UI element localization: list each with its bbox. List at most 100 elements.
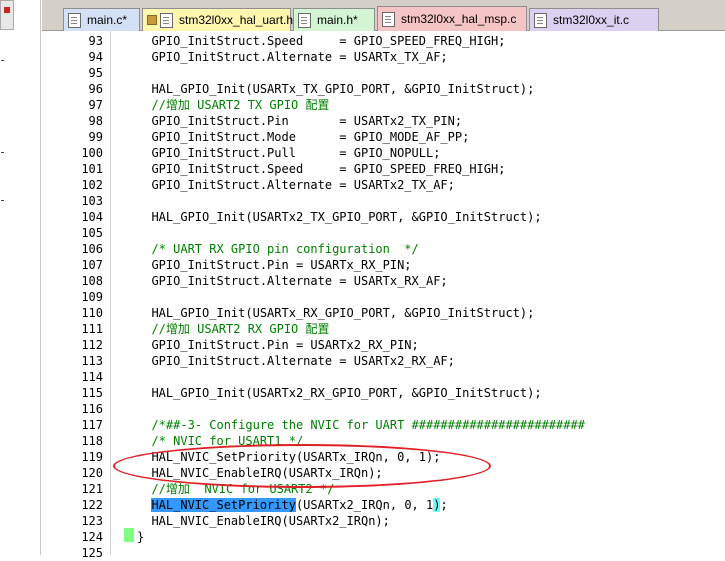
code-line[interactable]: 99 GPIO_InitStruct.Mode = GPIO_MODE_AF_P… (42, 129, 725, 145)
code-text[interactable]: GPIO_InitStruct.Alternate = USARTx2_TX_A… (137, 177, 454, 193)
lock-icon (147, 15, 157, 25)
code-text[interactable]: GPIO_InitStruct.Speed = GPIO_SPEED_FREQ_… (137, 33, 505, 49)
tab-label: main.h* (317, 13, 358, 27)
code-line[interactable]: 122 HAL_NVIC_SetPriority(USARTx2_IRQn, 0… (42, 497, 725, 513)
code-text[interactable]: GPIO_InitStruct.Alternate = USARTx2_RX_A… (137, 353, 454, 369)
code-text[interactable]: /* UART RX GPIO pin configuration */ (137, 241, 418, 257)
code-text[interactable]: GPIO_InitStruct.Pull = GPIO_NOPULL; (137, 145, 440, 161)
tab-label: stm32l0xx_hal_msp.c (401, 12, 517, 26)
code-line[interactable]: 98 GPIO_InitStruct.Pin = USARTx2_TX_PIN; (42, 113, 725, 129)
code-fragment: ; (440, 498, 448, 512)
line-number: 94 (88, 50, 103, 64)
tab-label: main.c* (87, 13, 128, 27)
code-line[interactable]: 116 (42, 401, 725, 417)
code-text[interactable]: GPIO_InitStruct.Pin = USARTx_RX_PIN; (137, 257, 411, 273)
code-line[interactable]: 115 HAL_GPIO_Init(USARTx2_RX_GPIO_PORT, … (42, 385, 725, 401)
code-text[interactable]: //增加 NVIC for USART2 */ (137, 481, 334, 497)
code-text[interactable]: HAL_NVIC_SetPriority(USARTx2_IRQn, 0, 1)… (137, 497, 448, 513)
code-text[interactable]: //增加 USART2 RX GPIO 配置 (137, 321, 329, 337)
code-line[interactable]: 119 HAL_NVIC_SetPriority(USARTx_IRQn, 0,… (42, 449, 725, 465)
tab-main-c[interactable]: main.c* (63, 8, 140, 31)
line-number: 115 (81, 386, 103, 400)
code-line[interactable]: 121 //增加 NVIC for USART2 */ (42, 481, 725, 497)
file-icon (298, 12, 311, 28)
code-line[interactable]: 97 //增加 USART2 TX GPIO 配置 (42, 97, 725, 113)
code-line[interactable]: 103 (42, 193, 725, 209)
code-text[interactable]: HAL_GPIO_Init(USARTx2_RX_GPIO_PORT, &GPI… (137, 385, 541, 401)
code-text[interactable]: //增加 USART2 TX GPIO 配置 (137, 97, 329, 113)
code-text[interactable]: HAL_NVIC_EnableIRQ(USARTx_IRQn); (137, 465, 382, 481)
line-number: 117 (81, 418, 103, 432)
code-line[interactable]: 110 HAL_GPIO_Init(USARTx_RX_GPIO_PORT, &… (42, 305, 725, 321)
line-number: 106 (81, 242, 103, 256)
code-text[interactable]: GPIO_InitStruct.Alternate = USARTx_TX_AF… (137, 49, 447, 65)
line-number: 113 (81, 354, 103, 368)
code-text[interactable]: GPIO_InitStruct.Pin = USARTx2_RX_PIN; (137, 337, 418, 353)
line-number: 93 (88, 34, 103, 48)
code-text[interactable]: HAL_NVIC_EnableIRQ(USARTx2_IRQn); (137, 513, 389, 529)
code-line[interactable]: 101 GPIO_InitStruct.Speed = GPIO_SPEED_F… (42, 161, 725, 177)
code-line[interactable]: 96 HAL_GPIO_Init(USARTx_TX_GPIO_PORT, &G… (42, 81, 725, 97)
line-number: 105 (81, 226, 103, 240)
code-line[interactable]: 120 HAL_NVIC_EnableIRQ(USARTx_IRQn); (42, 465, 725, 481)
code-text[interactable]: GPIO_InitStruct.Speed = GPIO_SPEED_FREQ_… (137, 161, 505, 177)
line-number: 109 (81, 290, 103, 304)
code-line[interactable]: 112 GPIO_InitStruct.Pin = USARTx2_RX_PIN… (42, 337, 725, 353)
project-pane[interactable] (0, 0, 41, 555)
line-number: 116 (81, 402, 103, 416)
code-line[interactable]: 95 (42, 65, 725, 81)
file-icon (68, 12, 81, 28)
tab-main-h[interactable]: main.h* (293, 8, 375, 31)
line-number: 110 (81, 306, 103, 320)
code-line[interactable]: 107 GPIO_InitStruct.Pin = USARTx_RX_PIN; (42, 257, 725, 273)
project-tree-fragment (0, 0, 12, 555)
line-number: 112 (81, 338, 103, 352)
code-line[interactable]: 94 GPIO_InitStruct.Alternate = USARTx_TX… (42, 49, 725, 65)
code-line[interactable]: 123 HAL_NVIC_EnableIRQ(USARTx2_IRQn); (42, 513, 725, 529)
code-text[interactable]: /* NVIC for USART1 */ (137, 433, 303, 449)
file-icon (382, 11, 395, 27)
file-icon (534, 12, 547, 28)
code-line[interactable]: 93 GPIO_InitStruct.Speed = GPIO_SPEED_FR… (42, 33, 725, 49)
line-number: 104 (81, 210, 103, 224)
line-number: 107 (81, 258, 103, 272)
code-fragment (137, 498, 151, 512)
file-icon (160, 12, 173, 28)
tab-stm32l0xx-it-c[interactable]: stm32l0xx_it.c (529, 8, 659, 31)
tab-stm32l0xx-hal-msp-c[interactable]: stm32l0xx_hal_msp.c (377, 6, 527, 31)
code-text[interactable]: HAL_GPIO_Init(USARTx_TX_GPIO_PORT, &GPIO… (137, 81, 534, 97)
line-number: 99 (88, 130, 103, 144)
code-line[interactable]: 117 /*##-3- Configure the NVIC for UART … (42, 417, 725, 433)
code-line[interactable]: 102 GPIO_InitStruct.Alternate = USARTx2_… (42, 177, 725, 193)
code-line[interactable]: 125 (42, 545, 725, 561)
code-text[interactable]: HAL_GPIO_Init(USARTx_RX_GPIO_PORT, &GPIO… (137, 305, 534, 321)
code-line[interactable]: 118 /* NVIC for USART1 */ (42, 433, 725, 449)
line-number: 96 (88, 82, 103, 96)
code-text[interactable]: GPIO_InitStruct.Mode = GPIO_MODE_AF_PP; (137, 129, 469, 145)
editor-tab-bar: main.c* stm32l0xx_hal_uart.h main.h* stm… (42, 0, 725, 31)
code-line[interactable]: 100 GPIO_InitStruct.Pull = GPIO_NOPULL; (42, 145, 725, 161)
code-line[interactable]: 106 /* UART RX GPIO pin configuration */ (42, 241, 725, 257)
line-number: 95 (88, 66, 103, 80)
line-number: 123 (81, 514, 103, 528)
code-text[interactable]: HAL_NVIC_SetPriority(USARTx_IRQn, 0, 1); (137, 449, 440, 465)
tab-stm32l0xx-hal-uart-h[interactable]: stm32l0xx_hal_uart.h (142, 8, 293, 31)
code-line[interactable]: 114 (42, 369, 725, 385)
code-line[interactable]: 113 GPIO_InitStruct.Alternate = USARTx2_… (42, 353, 725, 369)
code-text[interactable]: HAL_GPIO_Init(USARTx2_TX_GPIO_PORT, &GPI… (137, 209, 541, 225)
code-text[interactable]: GPIO_InitStruct.Alternate = USARTx_RX_AF… (137, 273, 447, 289)
code-text[interactable]: } (137, 529, 144, 545)
code-line[interactable]: 111 //增加 USART2 RX GPIO 配置 (42, 321, 725, 337)
code-line[interactable]: 124} (42, 529, 725, 545)
line-number: 114 (81, 370, 103, 384)
code-line[interactable]: 108 GPIO_InitStruct.Alternate = USARTx_R… (42, 273, 725, 289)
code-text[interactable]: /*##-3- Configure the NVIC for UART ####… (137, 417, 585, 433)
code-line[interactable]: 104 HAL_GPIO_Init(USARTx2_TX_GPIO_PORT, … (42, 209, 725, 225)
code-line[interactable]: 105 (42, 225, 725, 241)
code-text[interactable]: GPIO_InitStruct.Pin = USARTx2_TX_PIN; (137, 113, 462, 129)
code-editor[interactable]: 93 GPIO_InitStruct.Speed = GPIO_SPEED_FR… (42, 31, 725, 560)
line-number: 125 (81, 546, 103, 560)
code-line[interactable]: 109 (42, 289, 725, 305)
line-number: 103 (81, 194, 103, 208)
line-number: 102 (81, 178, 103, 192)
